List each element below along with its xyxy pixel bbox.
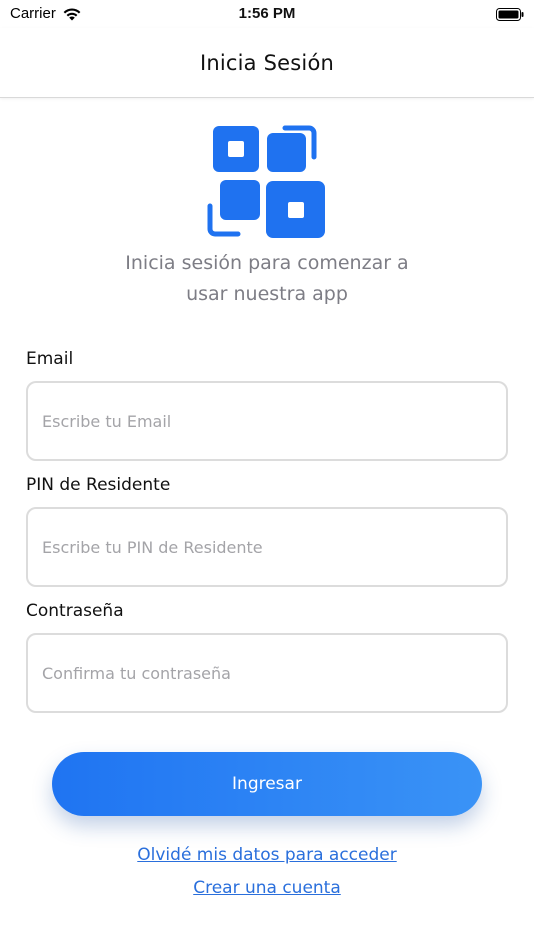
password-field-container[interactable] [26, 633, 508, 713]
password-label: Contraseña [26, 601, 124, 621]
email-label: Email [26, 349, 74, 369]
email-field[interactable] [42, 383, 506, 459]
navigation-bar: Inicia Sesión [0, 28, 534, 98]
email-field-container[interactable] [26, 381, 508, 461]
intro-line-1: Inicia sesión para comenzar a [125, 252, 409, 274]
create-account-link[interactable]: Crear una cuenta [0, 878, 534, 898]
pin-field-container[interactable] [26, 507, 508, 587]
password-field[interactable] [42, 635, 506, 711]
status-time: 1:56 PM [238, 5, 296, 22]
login-button[interactable]: Ingresar [52, 752, 482, 816]
forgot-credentials-link[interactable]: Olvidé mis datos para acceder [0, 845, 534, 865]
page-title: Inicia Sesión [199, 50, 335, 75]
status-bar: Carrier 1:56 PM [0, 0, 534, 28]
qr-squares-icon [207, 125, 325, 238]
pin-label: PIN de Residente [26, 475, 171, 495]
intro-line-2: usar nuestra app [186, 283, 348, 305]
intro-text: Inicia sesión para comenzar a usar nuest… [60, 248, 474, 310]
pin-field[interactable] [42, 509, 506, 585]
battery-icon [496, 8, 524, 21]
login-screen: Carrier 1:56 PM Inicia Sesión Inicia ses… [0, 0, 534, 950]
